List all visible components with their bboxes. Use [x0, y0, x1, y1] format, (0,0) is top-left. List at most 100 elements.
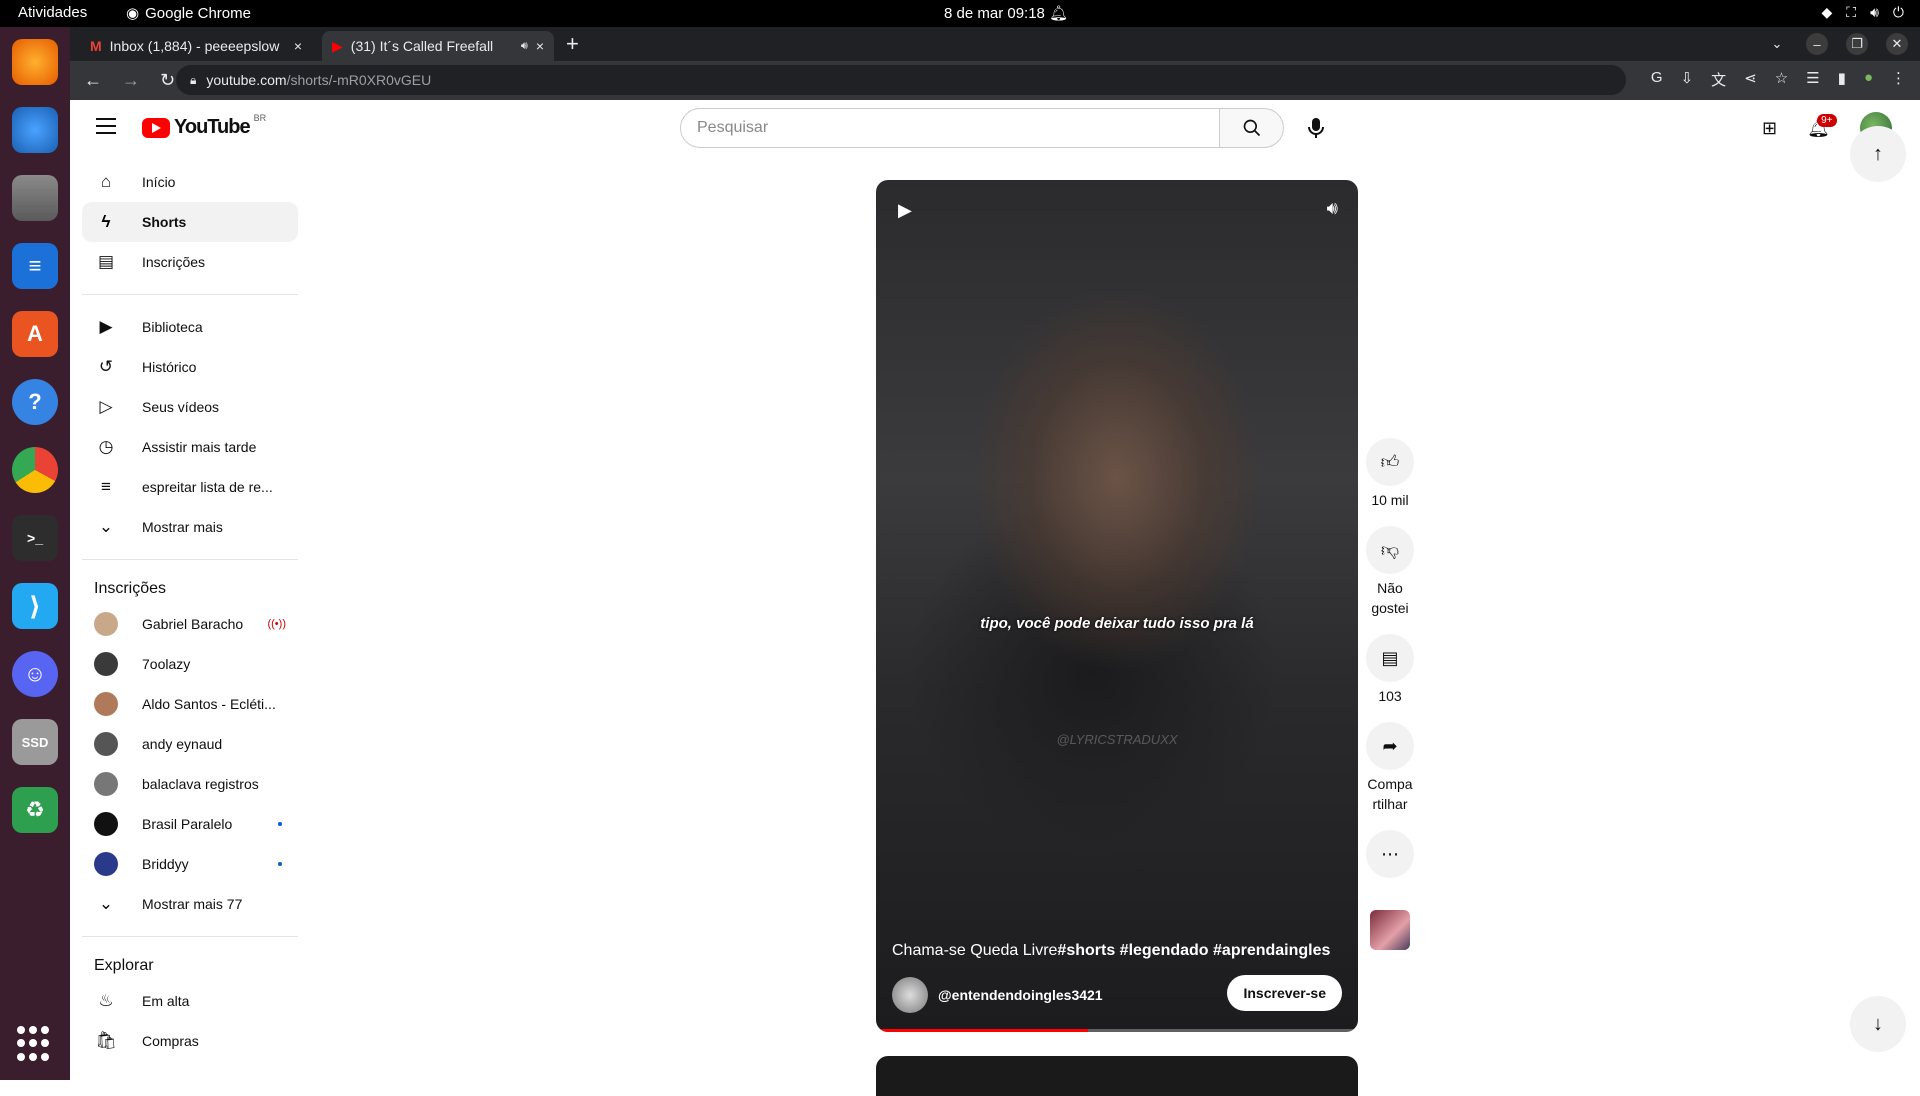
channel-avatar: [94, 812, 118, 836]
forward-icon[interactable]: →: [122, 70, 140, 91]
reload-icon[interactable]: ↻: [160, 70, 175, 91]
channel-info[interactable]: @entendendoingles3421: [892, 977, 1103, 1013]
app-center-icon[interactable]: A: [12, 311, 58, 357]
sidebar-item-show-more[interactable]: ⌄ Mostrar mais: [82, 507, 298, 547]
dislike-button[interactable]: 👎︎ Não gostei: [1366, 526, 1414, 618]
channel-avatar: [94, 652, 118, 676]
subscription-item[interactable]: andy eynaud: [82, 724, 298, 764]
sidebar-item-your-videos[interactable]: ▷ Seus vídeos: [82, 387, 298, 427]
share-icon[interactable]: ⋖: [1744, 69, 1757, 90]
ssd-drive-icon[interactable]: SSD: [12, 719, 58, 765]
close-window-button[interactable]: ✕: [1886, 33, 1908, 55]
arrow-up-icon: ↑: [1873, 142, 1883, 165]
sound-thumbnail[interactable]: [1366, 910, 1414, 950]
activities-button[interactable]: Atividades: [18, 4, 87, 21]
chrome-menu-icon[interactable]: ⋮: [1891, 69, 1906, 90]
new-tab-button[interactable]: +: [566, 31, 579, 57]
home-icon: ⌂: [100, 172, 112, 191]
volume-icon[interactable]: 🔊︎: [1870, 4, 1879, 21]
subscription-item[interactable]: 7oolazy: [82, 644, 298, 684]
bookmark-star-icon[interactable]: ☆: [1775, 69, 1788, 90]
tab-youtube[interactable]: ▶ (31) It´s Called Freefall 🔊︎ ×: [322, 31, 554, 61]
chrome-dock-icon[interactable]: [12, 447, 58, 493]
discord-tray-icon[interactable]: ◆: [1822, 4, 1833, 21]
show-more-subscriptions[interactable]: ⌄ Mostrar mais 77: [82, 884, 298, 924]
files-icon[interactable]: [12, 175, 58, 221]
shorts-player[interactable]: ▶ 🔊︎ tipo, você pode deixar tudo isso pr…: [876, 180, 1358, 1032]
share-button[interactable]: ➦ Compa rtilhar: [1366, 722, 1414, 814]
youtube-logo[interactable]: YouTube BR: [142, 113, 266, 139]
subscription-item[interactable]: Aldo Santos - Ecléti...: [82, 684, 298, 724]
sidebar-item-history[interactable]: ↺ Histórico: [82, 347, 298, 387]
clock[interactable]: 8 de mar 09:18 🔔︎: [944, 4, 1068, 22]
terminal-icon[interactable]: >_: [12, 515, 58, 561]
minimize-button[interactable]: –: [1806, 33, 1828, 55]
next-short-button[interactable]: ↓: [1850, 996, 1906, 1052]
reading-list-icon[interactable]: ☰: [1806, 69, 1819, 90]
volume-icon[interactable]: 🔊︎: [1327, 198, 1338, 219]
audio-playing-icon[interactable]: 🔊︎: [521, 40, 528, 53]
subscriptions-icon: ▤: [97, 252, 115, 271]
network-icon[interactable]: ⛶: [1846, 4, 1856, 21]
subscription-item[interactable]: balaclava registros: [82, 764, 298, 804]
sidebar-item-shorts[interactable]: ϟ Shorts: [82, 202, 298, 242]
thunderbird-icon[interactable]: [12, 107, 58, 153]
discord-icon[interactable]: ☺: [12, 651, 58, 697]
system-tray[interactable]: ◆ ⛶ 🔊︎ ⏻: [1822, 4, 1905, 21]
show-apps-icon[interactable]: [17, 1026, 53, 1062]
history-icon: ↺: [98, 357, 114, 376]
subscription-item[interactable]: Gabriel Baracho ((•)): [82, 604, 298, 644]
close-tab-icon[interactable]: ×: [536, 38, 544, 54]
comments-button[interactable]: ▤ 103: [1366, 634, 1414, 706]
restore-button[interactable]: ❐: [1846, 33, 1868, 55]
channel-avatar[interactable]: [892, 977, 928, 1013]
next-short-preview[interactable]: [876, 1056, 1358, 1096]
sidebar-item-home[interactable]: ⌂ Início: [82, 162, 298, 202]
site-info-icon[interactable]: 🔒︎: [190, 73, 196, 88]
notifications-icon[interactable]: 🔔︎ 9+: [1807, 113, 1837, 139]
search-button[interactable]: [1220, 108, 1284, 148]
help-icon[interactable]: ?: [12, 379, 58, 425]
google-lens-icon[interactable]: G: [1651, 69, 1663, 90]
like-button[interactable]: 👍︎ 10 mil: [1366, 438, 1414, 510]
title-hashtags[interactable]: #shorts #legendado #aprendaingles: [1057, 942, 1330, 959]
vscode-icon[interactable]: ⟩: [12, 583, 58, 629]
play-icon[interactable]: ▶: [898, 200, 912, 221]
back-icon[interactable]: ←: [84, 70, 102, 91]
address-bar[interactable]: 🔒︎ youtube.com/shorts/-mR0XR0vGEU: [176, 65, 1626, 95]
search-input[interactable]: Pesquisar: [680, 108, 1220, 148]
sidebar-item-trending[interactable]: ♨ Em alta: [82, 981, 298, 1021]
create-video-icon[interactable]: ⊞: [1762, 118, 1777, 139]
menu-icon[interactable]: [96, 118, 116, 134]
sidebar-item-label: Biblioteca: [142, 319, 203, 335]
tab-search-icon[interactable]: ⌄: [1766, 33, 1788, 55]
more-actions-button[interactable]: ⋯: [1366, 830, 1414, 882]
sidebar-item-shopping[interactable]: 🛍︎ Compras: [82, 1021, 298, 1061]
thumbs-up-icon: 👍︎: [1366, 438, 1414, 486]
short-title[interactable]: Chama-se Queda Livre#shorts #legendado #…: [892, 942, 1330, 960]
sidebar-item-watch-later[interactable]: ◷ Assistir mais tarde: [82, 427, 298, 467]
writer-icon[interactable]: ≡: [12, 243, 58, 289]
chevron-down-icon: ⌄: [98, 894, 114, 913]
side-panel-icon[interactable]: ▮: [1838, 69, 1846, 90]
sidebar-item-library[interactable]: ▶ Biblioteca: [82, 307, 298, 347]
sidebar-item-subscriptions[interactable]: ▤ Inscrições: [82, 242, 298, 282]
subscription-item[interactable]: Brasil Paralelo: [82, 804, 298, 844]
tab-gmail[interactable]: M Inbox (1,884) - peeeepslow ×: [80, 31, 312, 61]
progress-bar[interactable]: [876, 1029, 1358, 1032]
subscription-item[interactable]: Briddyy: [82, 844, 298, 884]
trash-icon[interactable]: ♻: [12, 787, 58, 833]
app-menu[interactable]: ◉ Google Chrome: [126, 4, 251, 23]
channel-handle[interactable]: @entendendoingles3421: [938, 987, 1103, 1003]
close-tab-icon[interactable]: ×: [294, 38, 302, 54]
profile-avatar-icon[interactable]: ●: [1864, 69, 1873, 90]
voice-search-button[interactable]: [1296, 108, 1336, 148]
sidebar-item-playlist[interactable]: ≡ espreitar lista de re...: [82, 467, 298, 507]
install-icon[interactable]: ⇩: [1681, 69, 1694, 90]
previous-short-button[interactable]: ↑: [1850, 126, 1906, 182]
power-icon[interactable]: ⏻: [1893, 4, 1904, 21]
translate-icon[interactable]: 文: [1711, 69, 1726, 90]
firefox-icon[interactable]: [12, 39, 58, 85]
subscribe-button[interactable]: Inscrever-se: [1227, 975, 1342, 1011]
youtube-play-logo-icon: [142, 117, 170, 138]
